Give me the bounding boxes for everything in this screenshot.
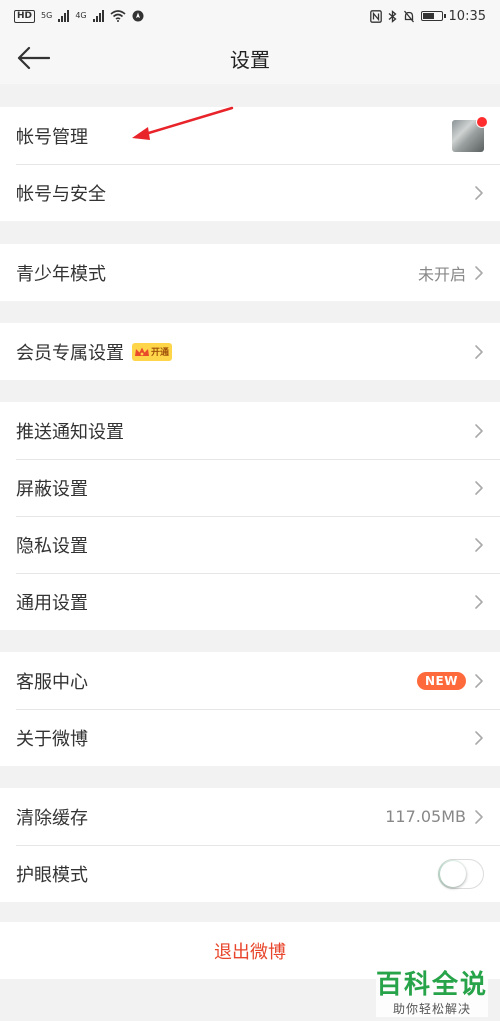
new-badge: NEW xyxy=(417,671,466,690)
mute-bell-icon xyxy=(403,10,414,22)
vip-badge[interactable]: 开通 xyxy=(132,342,173,361)
row-account-security[interactable]: 帐号与安全 xyxy=(0,164,500,221)
status-time: 10:35 xyxy=(448,8,486,24)
row-label: 通用设置 xyxy=(16,592,88,614)
chevron-right-icon xyxy=(475,265,483,280)
row-right: 117.05MB xyxy=(385,807,484,826)
row-clear-cache[interactable]: 清除缓存 117.05MB xyxy=(0,788,500,845)
row-right xyxy=(474,730,484,746)
eye-protection-toggle[interactable] xyxy=(438,858,484,889)
watermark-sub: 助你轻松解决 xyxy=(392,1002,471,1016)
signal-4g-icon xyxy=(92,10,104,22)
network-4g-label: 4G xyxy=(75,11,87,20)
settings-group: 推送通知设置 屏蔽设置 隐私设置 通用设置 xyxy=(0,402,500,630)
network-5g-label: 5G xyxy=(41,11,53,20)
row-label: 客服中心 xyxy=(16,671,88,693)
row-right xyxy=(474,185,484,201)
back-arrow-icon xyxy=(17,46,50,70)
row-label: 屏蔽设置 xyxy=(16,478,88,500)
chevron-right-icon xyxy=(475,185,483,200)
row-label: 推送通知设置 xyxy=(16,421,124,443)
row-block-settings[interactable]: 屏蔽设置 xyxy=(0,459,500,516)
title-bar: 设置 xyxy=(0,32,500,84)
back-button[interactable] xyxy=(16,42,52,74)
row-label: 关于微博 xyxy=(16,728,88,750)
row-right xyxy=(438,858,484,889)
row-label: 隐私设置 xyxy=(16,535,88,557)
row-right: NEW xyxy=(417,671,484,690)
row-right xyxy=(474,480,484,496)
signal-5g-icon xyxy=(58,10,70,22)
row-label: 护眼模式 xyxy=(16,864,88,886)
chevron-right-icon xyxy=(475,480,483,495)
battery-icon xyxy=(420,11,446,21)
chevron-right-icon xyxy=(475,809,483,824)
row-youth-mode[interactable]: 青少年模式 未开启 xyxy=(0,244,500,301)
row-label: 帐号管理 xyxy=(16,126,88,148)
crown-icon xyxy=(135,347,149,356)
row-right xyxy=(474,594,484,610)
support-group: 客服中心 NEW 关于微博 xyxy=(0,652,500,766)
nfc-icon xyxy=(369,9,382,23)
vip-badge-label: 开通 xyxy=(151,348,170,358)
row-right xyxy=(474,423,484,439)
location-icon xyxy=(132,10,144,22)
logout-label: 退出微博 xyxy=(214,941,286,963)
row-right xyxy=(452,115,488,152)
avatar xyxy=(452,115,488,152)
watermark-main: 百科全说 xyxy=(376,970,489,1000)
page-title: 设置 xyxy=(230,47,270,72)
watermark: 百科全说 助你轻松解决 xyxy=(376,969,488,1017)
row-label: 帐号与安全 xyxy=(16,183,106,205)
row-right: 未开启 xyxy=(418,261,484,285)
youth-group: 青少年模式 未开启 xyxy=(0,244,500,301)
row-vip-settings[interactable]: 会员专属设置 开通 xyxy=(0,323,500,380)
chevron-right-icon xyxy=(475,594,483,609)
row-account-management[interactable]: 帐号管理 xyxy=(0,107,500,164)
bluetooth-icon xyxy=(388,9,397,23)
chevron-right-icon xyxy=(475,423,483,438)
row-label: 会员专属设置 xyxy=(16,342,124,364)
row-privacy-settings[interactable]: 隐私设置 xyxy=(0,516,500,573)
hd-indicator: HD xyxy=(14,9,36,23)
vip-group: 会员专属设置 开通 xyxy=(0,323,500,380)
account-group: 帐号管理 帐号与安全 xyxy=(0,107,500,221)
chevron-right-icon xyxy=(475,537,483,552)
row-eye-protection-mode: 护眼模式 xyxy=(0,845,500,902)
cache-size: 117.05MB xyxy=(385,807,466,826)
toggle-knob xyxy=(440,860,466,887)
row-right xyxy=(474,537,484,553)
chevron-right-icon xyxy=(475,344,483,359)
status-bar: HD 5G 4G 10:35 xyxy=(0,0,500,32)
notification-dot xyxy=(476,115,488,128)
status-right: 10:35 xyxy=(369,8,486,24)
youth-mode-status: 未开启 xyxy=(417,264,466,284)
row-label: 青少年模式 xyxy=(16,263,106,285)
row-push-notification-settings[interactable]: 推送通知设置 xyxy=(0,402,500,459)
wifi-icon xyxy=(110,10,126,22)
row-label: 清除缓存 xyxy=(16,807,88,829)
row-general-settings[interactable]: 通用设置 xyxy=(0,573,500,630)
status-left: HD 5G 4G xyxy=(14,9,144,23)
chevron-right-icon xyxy=(475,730,483,745)
row-right xyxy=(474,344,484,360)
row-about-weibo[interactable]: 关于微博 xyxy=(0,709,500,766)
chevron-right-icon xyxy=(475,673,483,688)
annotation-arrow-icon xyxy=(132,106,234,140)
row-customer-service[interactable]: 客服中心 NEW xyxy=(0,652,500,709)
misc-group: 清除缓存 117.05MB 护眼模式 xyxy=(0,788,500,902)
